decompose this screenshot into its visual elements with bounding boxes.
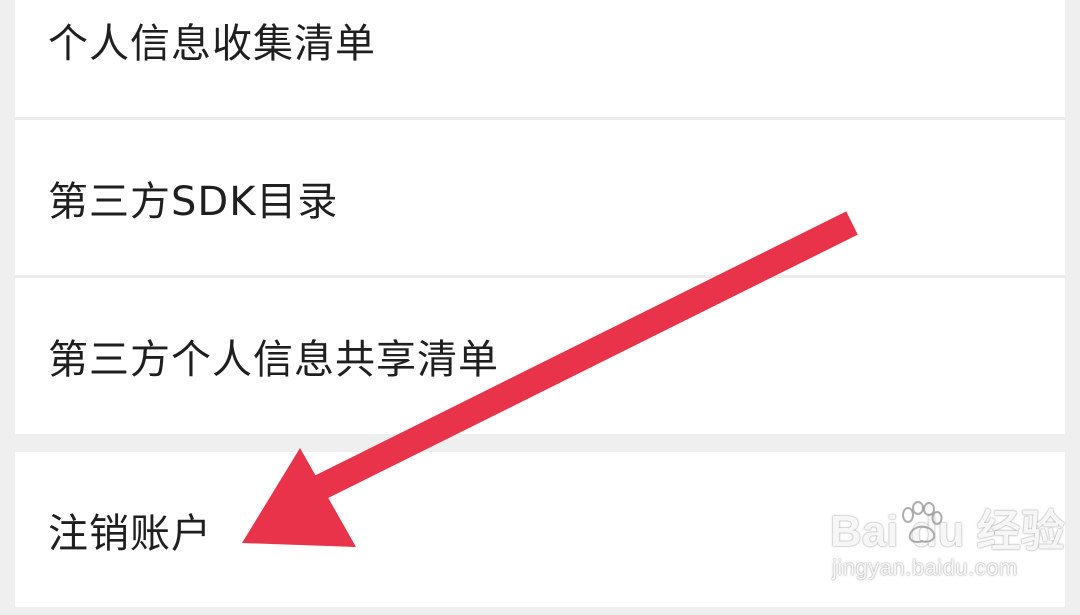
watermark-logo: Bai du 经验: [830, 507, 1065, 556]
paw-icon: [902, 501, 943, 543]
menu-item-personal-info-collection[interactable]: 个人信息收集清单: [15, 0, 1065, 117]
settings-group-top: 个人信息收集清单 第三方SDK目录 第三方个人信息共享清单: [15, 0, 1065, 434]
menu-item-label: 第三方个人信息共享清单: [48, 337, 499, 383]
menu-item-third-party-sdk[interactable]: 第三方SDK目录: [15, 120, 1065, 275]
menu-item-label: 第三方SDK目录: [48, 178, 339, 225]
menu-item-label: 个人信息收集清单: [48, 20, 376, 67]
baidu-jingyan-watermark: Bai du 经验 jingyan.baidu.com: [830, 495, 1070, 605]
watermark-url: jingyan.baidu.com: [832, 555, 1018, 580]
menu-item-third-party-sharing[interactable]: 第三方个人信息共享清单: [15, 278, 1065, 434]
menu-item-label: 注销账户: [48, 510, 212, 557]
